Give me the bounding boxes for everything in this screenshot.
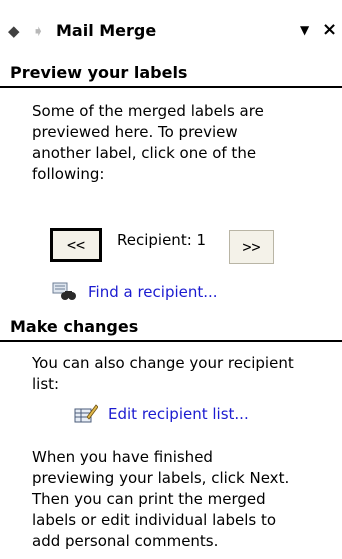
task-pane-titlebar: ◆ ➧ Mail Merge ▼ ×: [0, 0, 342, 62]
edit-list-icon: [74, 403, 99, 425]
edit-recipient-row[interactable]: Edit recipient list...: [74, 403, 249, 425]
pane-title: Mail Merge: [56, 21, 157, 40]
changes-section-header: Make changes: [0, 314, 342, 342]
instruction-line: Some of the merged labels are: [32, 102, 264, 120]
previous-recipient-button[interactable]: <<: [50, 228, 102, 262]
back-arrow-icon[interactable]: ◆: [8, 22, 20, 40]
changes-instructions: You can also change your recipient list:: [32, 353, 294, 395]
instruction-line: When you have finished: [32, 448, 213, 466]
footer-instructions: When you have finished previewing your l…: [32, 447, 289, 552]
find-recipient-link[interactable]: Find a recipient...: [88, 283, 218, 301]
find-recipient-row[interactable]: Find a recipient...: [52, 281, 218, 303]
recipient-indicator: Recipient: 1: [117, 231, 207, 249]
preview-header-label: Preview your labels: [10, 63, 188, 82]
instruction-line: previewing your labels, click Next.: [32, 469, 290, 487]
instruction-line: You can also change your recipient: [32, 354, 294, 372]
forward-arrow-icon[interactable]: ➧: [32, 22, 45, 40]
changes-header-label: Make changes: [10, 317, 139, 336]
instruction-line: following:: [32, 165, 105, 183]
instruction-line: list:: [32, 375, 60, 393]
instruction-line: labels or edit individual labels to: [32, 511, 277, 529]
next-recipient-button[interactable]: >>: [229, 230, 274, 264]
preview-instructions: Some of the merged labels are previewed …: [32, 101, 264, 185]
edit-recipient-list-link[interactable]: Edit recipient list...: [108, 405, 249, 423]
instruction-line: another label, click one of the: [32, 144, 257, 162]
instruction-line: previewed here. To preview: [32, 123, 238, 141]
instruction-line: add personal comments.: [32, 532, 219, 550]
instruction-line: Then you can print the merged: [32, 490, 266, 508]
preview-section-header: Preview your labels: [0, 60, 342, 88]
binoculars-icon: [52, 281, 76, 303]
dropdown-triangle-icon[interactable]: ▼: [300, 23, 309, 37]
close-icon[interactable]: ×: [322, 19, 337, 40]
